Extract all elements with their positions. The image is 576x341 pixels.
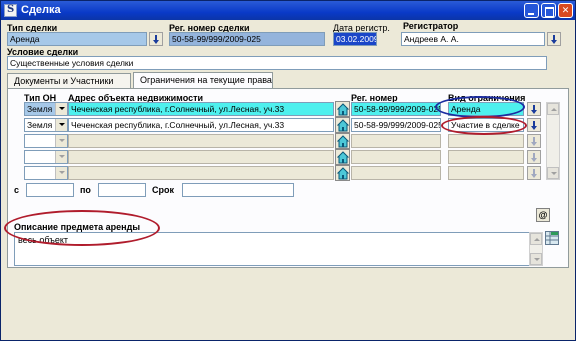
scroll-up-icon[interactable] [530,233,542,245]
scroll-up-icon[interactable] [547,103,559,115]
window-title: Сделка [21,4,61,16]
row5-type-select[interactable] [24,166,68,180]
description-label: Описание предмета аренды [14,222,141,232]
description-scrollbar[interactable] [529,232,543,266]
row2-type-select[interactable]: Земля [24,118,68,132]
row4-address-field[interactable] [68,150,334,164]
row1-reg-field[interactable]: 50-58-99/999/2009-025 [351,102,441,116]
row1-type-value: Земля [27,104,53,114]
row2-reg-field[interactable]: 50-58-99/999/2009-025 [351,118,441,132]
deal-window: Сделка ✕ Тип сделки Аренда Рег. номер сд… [0,0,576,341]
row4-kind-pick-button[interactable] [527,150,541,164]
house-icon[interactable] [335,149,350,165]
row3-kind-pick-button[interactable] [527,134,541,148]
reg-date-field[interactable]: 03.02.2009 [333,32,377,46]
chevron-down-icon[interactable] [55,151,67,163]
at-button[interactable]: @ [536,208,550,222]
row1-type-select[interactable]: Земля [24,102,68,116]
row4-type-select[interactable] [24,150,68,164]
row5-kind-field[interactable] [448,166,524,180]
minimize-button[interactable] [524,3,539,18]
tab-restrictions[interactable]: Ограничения на текущие права [133,72,273,89]
row2-kind-field[interactable]: Участие в сделке [448,118,524,132]
condition-field[interactable]: Существенные условия сделки [7,56,547,70]
from-label: с [14,185,20,195]
row3-kind-field[interactable] [448,134,524,148]
to-label: по [80,185,91,195]
grid-scrollbar[interactable] [546,102,560,180]
deal-type-field[interactable]: Аренда [7,32,147,46]
to-date-field[interactable] [98,183,146,197]
description-text: весь объект [18,235,69,245]
row1-kind-pick-button[interactable] [527,102,541,116]
row2-kind-pick-button[interactable] [527,118,541,132]
row5-address-field[interactable] [68,166,334,180]
house-icon[interactable] [335,117,350,133]
maximize-button[interactable] [541,3,556,18]
row4-kind-field[interactable] [448,150,524,164]
term-field[interactable] [182,183,294,197]
term-label: Срок [152,185,174,195]
house-icon[interactable] [335,133,350,149]
registrar-field[interactable]: Андреев А. А. [401,32,545,46]
chevron-down-icon[interactable] [55,119,67,131]
scroll-down-icon[interactable] [547,167,559,179]
chevron-down-icon[interactable] [55,103,67,115]
description-memo[interactable]: весь объект [14,232,530,266]
registrar-pick-button[interactable] [547,32,561,46]
row4-reg-field[interactable] [351,150,441,164]
row2-type-value: Земля [27,120,53,130]
reg-number-field[interactable]: 50-58-99/999/2009-025 [169,32,325,46]
from-date-field[interactable] [26,183,74,197]
title-bar[interactable]: Сделка ✕ [1,1,575,20]
app-icon [4,4,17,17]
chevron-down-icon[interactable] [55,167,67,179]
table-icon[interactable] [545,231,559,245]
house-icon[interactable] [335,165,350,181]
chevron-down-icon[interactable] [55,135,67,147]
row1-address-field[interactable]: Чеченская республика, г.Солнечный, ул.Ле… [68,102,334,116]
row5-kind-pick-button[interactable] [527,166,541,180]
row3-address-field[interactable] [68,134,334,148]
row3-reg-field[interactable] [351,134,441,148]
row1-kind-field[interactable]: Аренда [448,102,524,116]
restrictions-panel: Тип ОН Адрес объекта недвижимости Рег. н… [7,88,569,268]
scroll-down-icon[interactable] [530,253,542,265]
close-button[interactable]: ✕ [558,3,573,18]
row2-address-field[interactable]: Чеченская республика, г.Солнечный, ул.Ле… [68,118,334,132]
row3-type-select[interactable] [24,134,68,148]
deal-type-pick-button[interactable] [149,32,163,46]
row5-reg-field[interactable] [351,166,441,180]
tab-documents[interactable]: Документы и Участники [7,73,131,89]
house-icon[interactable] [335,101,350,117]
registrar-label: Регистратор [403,21,459,31]
